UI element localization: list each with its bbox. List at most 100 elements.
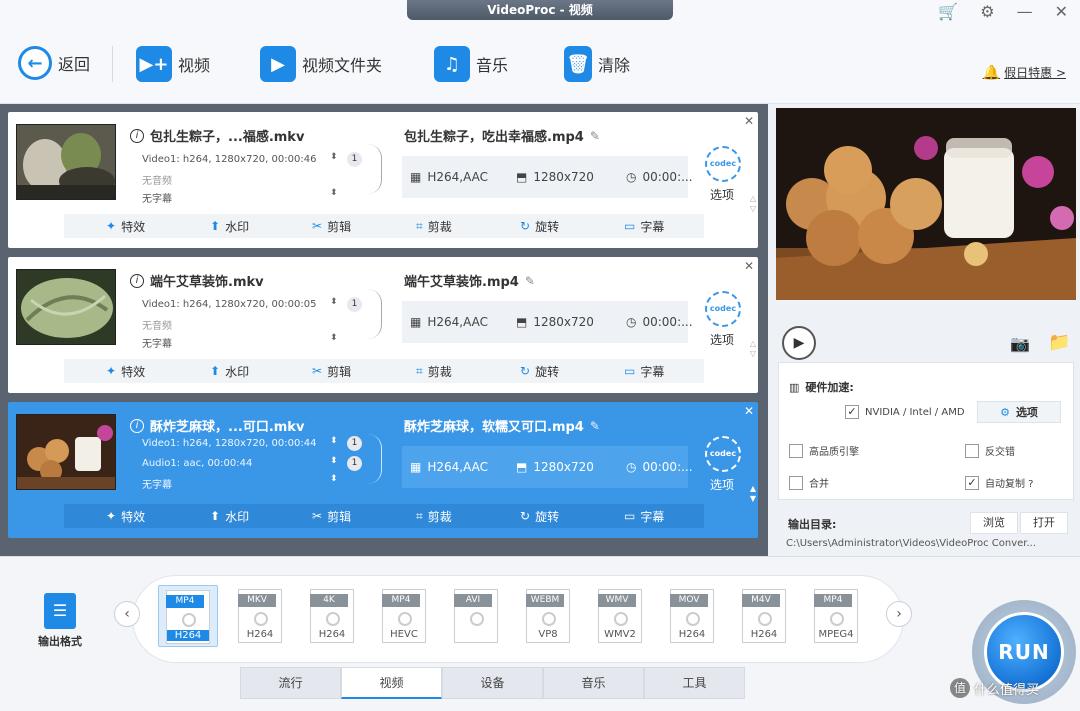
hw-title-text: 硬件加速: <box>805 381 854 394</box>
clear-button[interactable]: 🗑 清除 <box>564 46 630 82</box>
video-thumbnail <box>16 269 116 345</box>
codec-options-label[interactable]: 选项 <box>710 186 734 203</box>
edit-pencil-icon[interactable]: ✎ <box>525 274 535 288</box>
crop-button[interactable]: ⌗ 剪裁 <box>416 218 452 235</box>
tab-music[interactable]: 音乐 <box>543 667 644 699</box>
edit-pencil-icon[interactable]: ✎ <box>590 419 600 433</box>
format-item-selected[interactable]: MP4 H264 <box>158 585 218 647</box>
format-item[interactable]: WEBM VP8 <box>518 585 578 647</box>
task-card[interactable]: i 包扎生粽子，...福感.mkv Video1: h264, 1280x720… <box>8 112 758 248</box>
hardware-accel-checkbox[interactable]: ✓ NVIDIA / Intel / AMD <box>845 405 965 419</box>
open-button[interactable]: 打开 <box>1020 512 1068 534</box>
checkbox-unchecked[interactable] <box>789 443 803 458</box>
subtitle-button[interactable]: ▭ 字幕 <box>624 508 664 525</box>
hw-options-button[interactable]: ⚙ 选项 <box>977 401 1061 423</box>
back-button[interactable]: ← 返回 <box>18 46 90 80</box>
open-folder-icon[interactable]: 📁 <box>1048 332 1070 353</box>
duration-text: 00:00:... <box>642 170 693 184</box>
format-item[interactable]: MKV H264 <box>230 585 290 647</box>
add-music-button[interactable]: ♫ 音乐 <box>434 46 508 82</box>
track-select-icon[interactable]: ⬍ <box>330 297 338 307</box>
remove-task-icon[interactable]: ✕ <box>744 259 754 273</box>
remove-task-icon[interactable]: ✕ <box>744 404 754 418</box>
browse-button[interactable]: 浏览 <box>970 512 1018 534</box>
task-card[interactable]: i 端午艾草装饰.mkv Video1: h264, 1280x720, 00:… <box>8 257 758 393</box>
codec-options-icon[interactable]: codec <box>705 436 741 472</box>
crop-button[interactable]: ⌗ 剪裁 <box>416 363 452 380</box>
minimize-icon[interactable]: — <box>1017 2 1033 21</box>
rotate-button[interactable]: ↻ 旋转 <box>520 508 559 525</box>
output-format-button[interactable]: ☰ 输出格式 <box>34 593 86 649</box>
watermark-button[interactable]: ⬆ 水印 <box>210 218 249 235</box>
next-format-icon[interactable]: › <box>886 601 912 627</box>
info-icon[interactable]: i <box>130 273 144 288</box>
subtitle-select-icon[interactable]: ⬍ <box>330 333 338 343</box>
task-list: i 包扎生粽子，...福感.mkv Video1: h264, 1280x720… <box>0 104 768 556</box>
snapshot-camera-icon[interactable]: 📷 <box>1010 334 1030 353</box>
promo-label: 假日特惠 > <box>1004 66 1066 80</box>
tab-tools[interactable]: 工具 <box>644 667 745 699</box>
rotate-button[interactable]: ↻ 旋转 <box>520 363 559 380</box>
watermark-button[interactable]: ⬆ 水印 <box>210 508 249 525</box>
codec-options-label[interactable]: 选项 <box>710 331 734 348</box>
info-icon[interactable]: i <box>130 418 144 433</box>
track-count-badge: 1 <box>347 436 362 451</box>
info-icon[interactable]: i <box>130 128 144 143</box>
rotate-button[interactable]: ↻ 旋转 <box>520 218 559 235</box>
cart-icon[interactable]: 🛒 <box>938 2 958 21</box>
auto-copy-checkbox[interactable]: ✓ 自动复制 ? <box>965 475 1034 490</box>
format-item[interactable]: 4K H264 <box>302 585 362 647</box>
track-select-icon[interactable]: ⬍ <box>330 436 338 446</box>
format-item[interactable]: MOV H264 <box>662 585 722 647</box>
format-item[interactable]: AVI <box>446 585 506 647</box>
add-video-folder-button[interactable]: ▶ 视频文件夹 <box>260 46 382 82</box>
tab-video[interactable]: 视频 <box>341 667 442 699</box>
subtitle-select-icon[interactable]: ⬍ <box>330 188 338 198</box>
reorder-arrows-icon[interactable]: △ ▽ <box>750 339 756 359</box>
promo-link[interactable]: 🔔 假日特惠 > <box>983 64 1066 81</box>
format-item[interactable]: WMV WMV2 <box>590 585 650 647</box>
add-video-button[interactable]: ▶+ 视频 <box>136 46 210 82</box>
format-item[interactable]: MP4 MPEG4 <box>806 585 866 647</box>
checkbox-checked[interactable]: ✓ <box>965 475 979 490</box>
watermark-label: 水印 <box>225 364 250 379</box>
checkbox-unchecked[interactable] <box>965 443 979 458</box>
cut-button[interactable]: ✂ 剪辑 <box>312 508 351 525</box>
reorder-arrows-icon[interactable]: ▲ ▼ <box>750 484 756 504</box>
checkbox-unchecked[interactable] <box>789 475 803 490</box>
track-select-icon[interactable]: ⬍ <box>330 152 338 162</box>
film-reel-icon <box>254 612 268 626</box>
crop-button[interactable]: ⌗ 剪裁 <box>416 508 452 525</box>
checkbox-checked[interactable]: ✓ <box>845 405 859 419</box>
duration-spec: ◷ 00:00:... <box>626 315 693 329</box>
format-codec: VP8 <box>538 629 558 640</box>
audio-select-icon[interactable]: ⬍ <box>330 456 338 466</box>
cut-button[interactable]: ✂ 剪辑 <box>312 363 351 380</box>
effects-button[interactable]: ✦ 特效 <box>106 508 145 525</box>
prev-format-icon[interactable]: ‹ <box>114 601 140 627</box>
remove-task-icon[interactable]: ✕ <box>744 114 754 128</box>
settings-icon[interactable]: ⚙ <box>980 2 994 21</box>
task-card-selected[interactable]: i 酥炸芝麻球，...可口.mkv Video1: h264, 1280x720… <box>8 402 758 538</box>
subtitle-select-icon[interactable]: ⬍ <box>330 474 338 484</box>
close-icon[interactable]: ✕ <box>1055 2 1068 21</box>
tab-device[interactable]: 设备 <box>442 667 543 699</box>
watermark-button[interactable]: ⬆ 水印 <box>210 363 249 380</box>
format-item[interactable]: M4V H264 <box>734 585 794 647</box>
codec-options-icon[interactable]: codec <box>705 291 741 327</box>
codec-options-icon[interactable]: codec <box>705 146 741 182</box>
edit-pencil-icon[interactable]: ✎ <box>590 129 600 143</box>
effects-button[interactable]: ✦ 特效 <box>106 363 145 380</box>
reorder-arrows-icon[interactable]: △ ▽ <box>750 194 756 214</box>
deinterlace-checkbox[interactable]: 反交错 <box>965 443 1015 458</box>
hq-engine-checkbox[interactable]: 高品质引擎 <box>789 443 859 458</box>
play-button[interactable]: ▶ <box>782 326 816 360</box>
format-item[interactable]: MP4 HEVC <box>374 585 434 647</box>
codec-options-label[interactable]: 选项 <box>710 476 734 493</box>
subtitle-button[interactable]: ▭ 字幕 <box>624 218 664 235</box>
cut-button[interactable]: ✂ 剪辑 <box>312 218 351 235</box>
tab-popular[interactable]: 流行 <box>240 667 341 699</box>
subtitle-button[interactable]: ▭ 字幕 <box>624 363 664 380</box>
effects-button[interactable]: ✦ 特效 <box>106 218 145 235</box>
merge-checkbox[interactable]: 合并 <box>789 475 829 490</box>
